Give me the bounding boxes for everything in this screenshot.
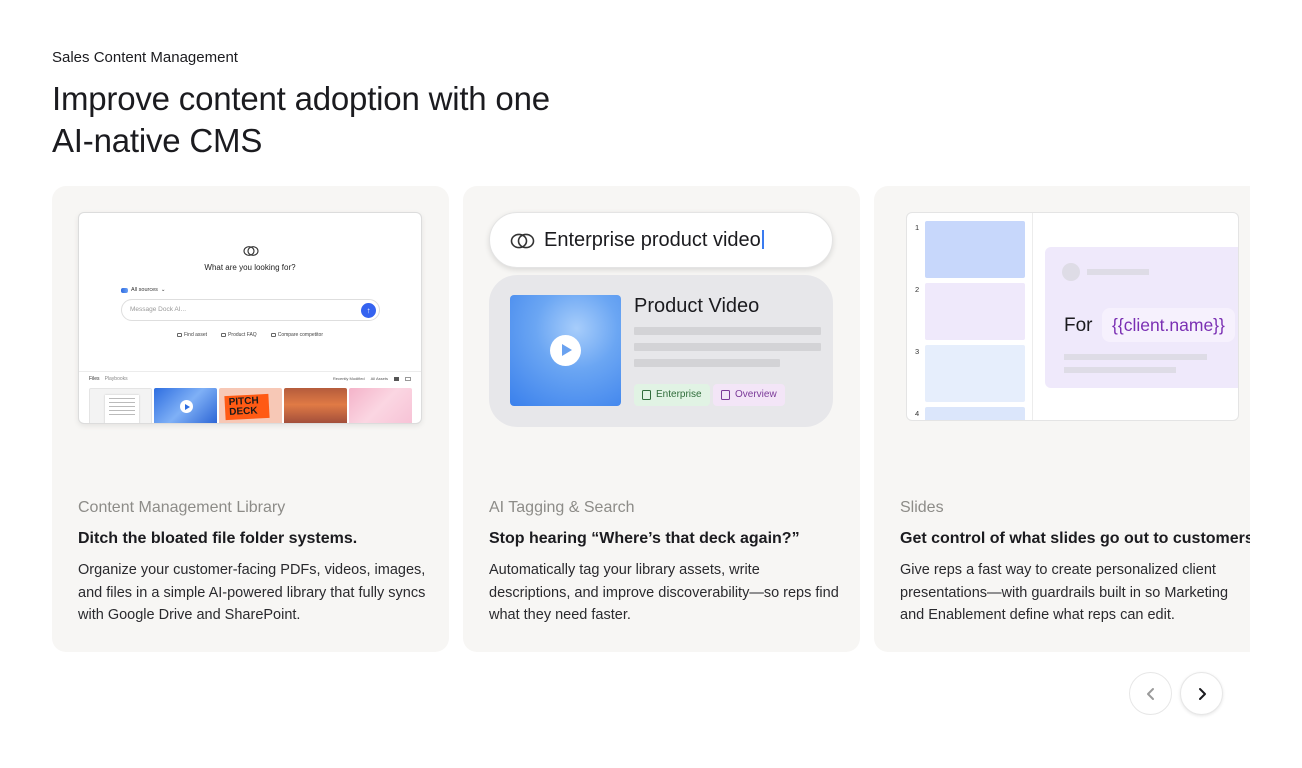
slide-thumbnail bbox=[925, 407, 1025, 420]
suggestion-chip: Find asset bbox=[177, 332, 207, 338]
slide-thumbnail bbox=[925, 345, 1025, 402]
card-category: AI Tagging & Search bbox=[489, 499, 635, 516]
mockup-chat-input: Message Dock AI... ↑ bbox=[121, 299, 380, 321]
card-title: Ditch the bloated file folder systems. bbox=[78, 530, 358, 547]
slide-for-label: For bbox=[1064, 315, 1093, 336]
slide-thumbnail bbox=[925, 221, 1025, 278]
result-title: Product Video bbox=[634, 295, 760, 317]
slide-number: 2 bbox=[915, 285, 920, 294]
slide-preview: For {{client.name}} bbox=[1045, 247, 1238, 388]
carousel-prev-button[interactable] bbox=[1129, 672, 1172, 715]
mockup-tab-playbooks: Playbooks bbox=[104, 376, 128, 382]
tag-enterprise: Enterprise bbox=[634, 384, 710, 406]
dock-logo-icon bbox=[243, 246, 259, 256]
mockup-divider bbox=[79, 371, 421, 372]
slide-number: 1 bbox=[915, 223, 920, 232]
play-icon bbox=[180, 400, 193, 413]
sources-label: All sources bbox=[131, 287, 158, 293]
clipboard-icon bbox=[642, 390, 651, 400]
placeholder-line bbox=[634, 327, 821, 335]
tag-overview: Overview bbox=[713, 384, 785, 406]
thumbnail-image bbox=[349, 388, 412, 423]
thumbnail-video bbox=[154, 388, 217, 423]
mockup-filter: All Assets bbox=[370, 376, 388, 381]
card-description: Organize your customer-facing PDFs, vide… bbox=[78, 562, 426, 624]
mockup-thumbnails: PITCH DECK bbox=[89, 388, 412, 423]
placeholder-line bbox=[1087, 269, 1149, 275]
card-description: Give reps a fast way to create personali… bbox=[900, 562, 1229, 624]
chevron-right-icon bbox=[1198, 687, 1206, 700]
section-headline: Improve content adoption with one AI-nat… bbox=[52, 80, 550, 159]
chip-icon bbox=[221, 333, 227, 337]
play-icon bbox=[550, 335, 581, 366]
card-content-library[interactable]: What are you looking for? All sources ⌄ … bbox=[52, 186, 449, 652]
slides-mockup: 1 2 3 4 For {{client.name}} bbox=[906, 212, 1239, 421]
mockup-chat-placeholder: Message Dock AI... bbox=[130, 306, 186, 313]
document-icon bbox=[105, 395, 139, 423]
mockup-tab-files: Files bbox=[89, 376, 100, 382]
thumbnail-image bbox=[284, 388, 347, 423]
list-view-icon bbox=[405, 376, 411, 381]
carousel-next-button[interactable] bbox=[1180, 672, 1223, 715]
avatar-placeholder bbox=[1062, 263, 1080, 281]
slide-rail: 1 2 3 4 bbox=[907, 213, 1033, 420]
card-slides[interactable]: 1 2 3 4 For {{client.name}} Slides Get c… bbox=[874, 186, 1250, 652]
section-eyebrow: Sales Content Management bbox=[52, 49, 238, 66]
chip-icon bbox=[270, 333, 276, 337]
card-title: Get control of what slides go out to cus… bbox=[900, 530, 1250, 547]
mockup-search-bar: Enterprise product video bbox=[489, 212, 833, 268]
chevron-left-icon bbox=[1146, 687, 1154, 700]
card-description: Automatically tag your library assets, w… bbox=[489, 562, 839, 624]
card-category: Slides bbox=[900, 499, 944, 516]
mockup-sort: Recently Modified bbox=[332, 376, 365, 381]
card-category: Content Management Library bbox=[78, 499, 286, 516]
slide-number: 4 bbox=[915, 409, 920, 418]
client-name-token: {{client.name}} bbox=[1102, 308, 1235, 342]
suggestion-chip: Product FAQ bbox=[221, 332, 257, 338]
placeholder-line bbox=[1064, 354, 1207, 360]
chip-icon bbox=[177, 333, 182, 337]
placeholder-line bbox=[634, 359, 780, 367]
library-mockup: What are you looking for? All sources ⌄ … bbox=[78, 212, 422, 424]
sources-dropdown: All sources ⌄ bbox=[121, 287, 166, 293]
pitch-deck-text: PITCH DECK bbox=[224, 393, 270, 421]
chevron-down-icon: ⌄ bbox=[160, 287, 166, 293]
dock-logo-icon bbox=[510, 233, 535, 249]
video-thumbnail bbox=[510, 295, 621, 406]
send-arrow-icon: ↑ bbox=[361, 303, 376, 318]
briefcase-icon bbox=[721, 390, 730, 400]
mockup-search-query: Enterprise product video bbox=[544, 229, 764, 252]
mockup-search-result: Product Video Enterprise Overview bbox=[489, 275, 833, 427]
sources-icon bbox=[121, 287, 128, 293]
placeholder-line bbox=[1064, 367, 1176, 373]
mockup-tabs: Files Playbooks bbox=[89, 376, 128, 382]
suggestion-chip: Compare competitor bbox=[270, 332, 323, 338]
text-caret bbox=[761, 230, 764, 249]
card-ai-tagging[interactable]: Enterprise product video Product Video E… bbox=[463, 186, 860, 652]
thumbnail-pitch-deck: PITCH DECK bbox=[219, 388, 282, 423]
mockup-filters: Recently Modified All Assets bbox=[333, 376, 411, 381]
card-title: Stop hearing “Where’s that deck again?” bbox=[489, 530, 800, 547]
slide-thumbnail bbox=[925, 283, 1025, 340]
card-carousel: What are you looking for? All sources ⌄ … bbox=[52, 186, 1250, 652]
mockup-prompt: What are you looking for? bbox=[204, 263, 296, 272]
thumbnail-document bbox=[89, 388, 152, 423]
grid-view-icon bbox=[394, 376, 399, 381]
slide-number: 3 bbox=[915, 347, 920, 356]
mockup-suggestion-chips: Find asset Product FAQ Compare competito… bbox=[79, 332, 421, 338]
placeholder-line bbox=[634, 343, 821, 351]
